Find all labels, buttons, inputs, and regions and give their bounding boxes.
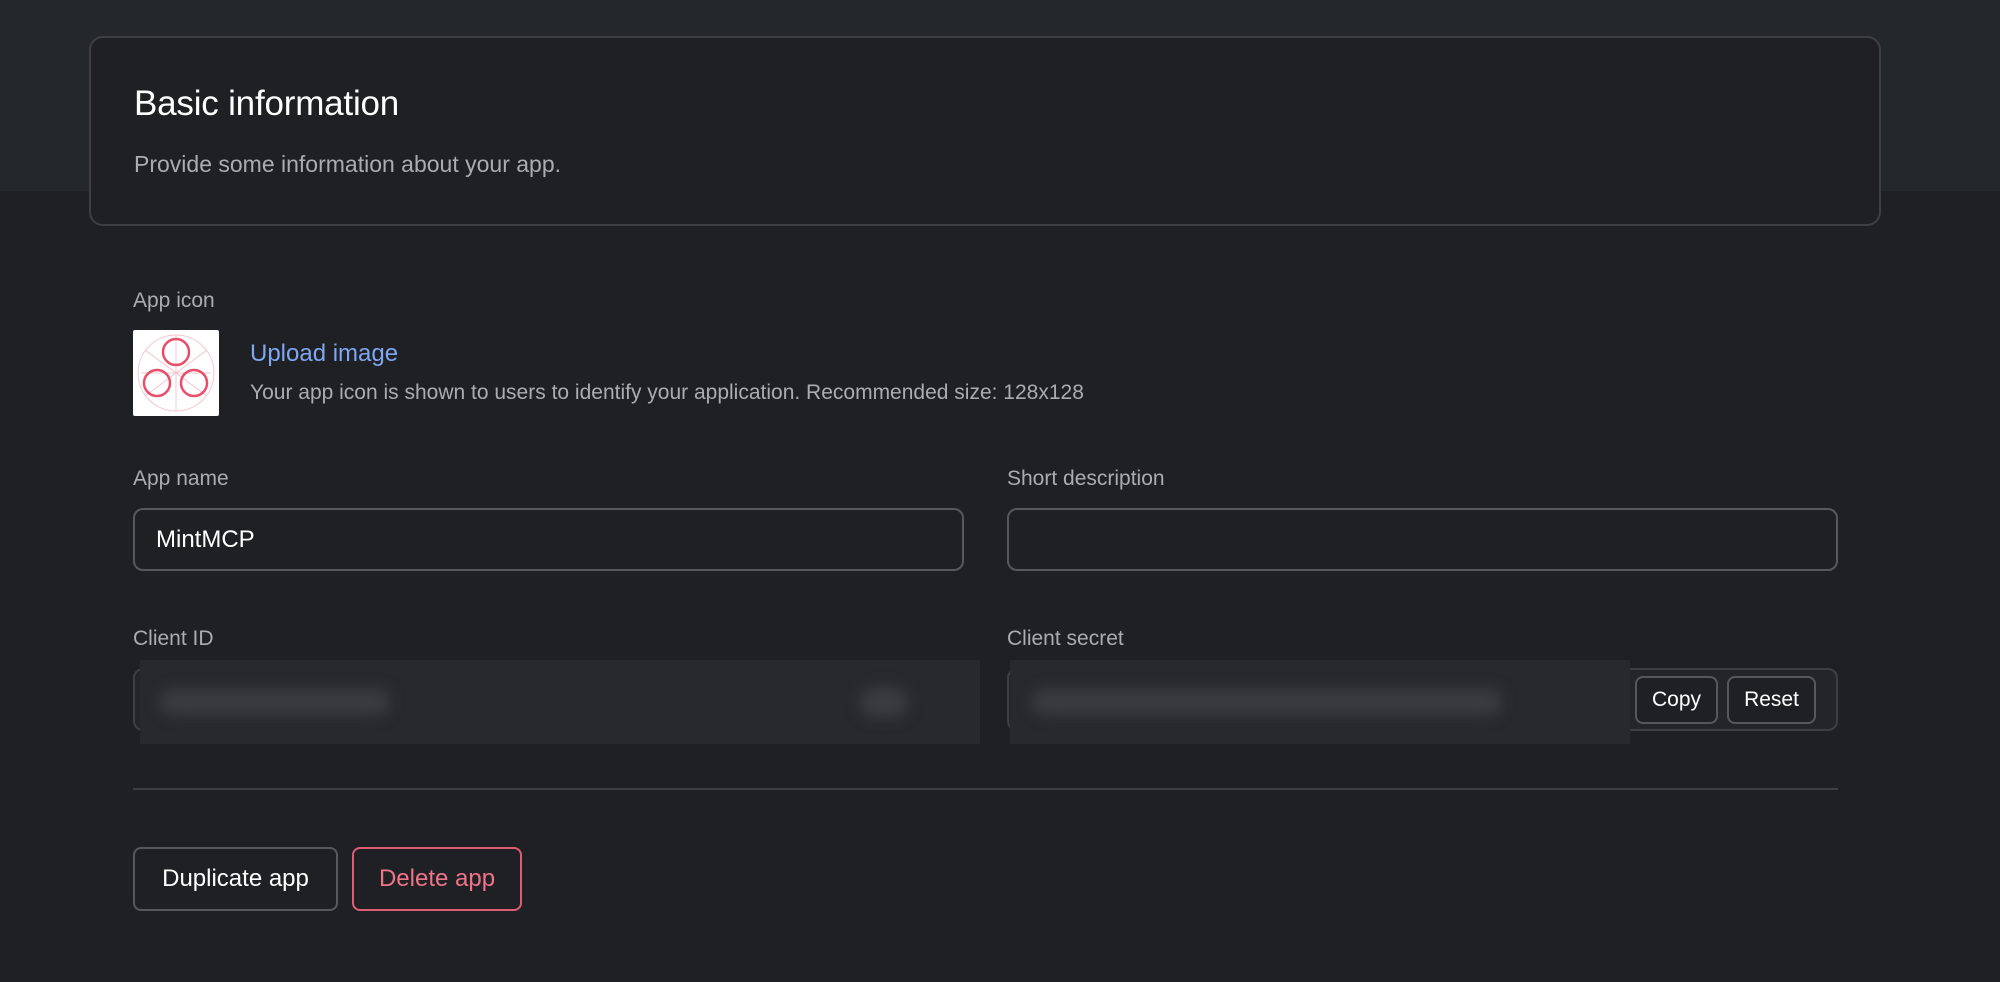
app-name-label: App name: [133, 467, 229, 490]
app-logo-icon: [137, 334, 215, 412]
client-secret-label: Client secret: [1007, 627, 1124, 650]
copy-secret-button[interactable]: Copy: [1635, 676, 1718, 724]
app-icon-hint: Your app icon is shown to users to ident…: [250, 381, 1084, 404]
app-name-input[interactable]: [133, 508, 964, 571]
section-divider: [133, 788, 1838, 790]
client-id-label: Client ID: [133, 627, 214, 650]
page-subtitle: Provide some information about your app.: [134, 151, 562, 177]
upload-image-link[interactable]: Upload image: [250, 340, 398, 368]
app-icon-label: App icon: [133, 289, 215, 312]
redacted-text: [160, 689, 390, 715]
duplicate-app-button[interactable]: Duplicate app: [133, 847, 338, 911]
reset-secret-button[interactable]: Reset: [1727, 676, 1816, 724]
client-secret-redaction: [1010, 660, 1630, 744]
client-id-redaction: [140, 660, 980, 744]
short-description-label: Short description: [1007, 467, 1165, 490]
delete-app-button[interactable]: Delete app: [352, 847, 522, 911]
redacted-text: [1032, 689, 1502, 715]
basic-info-header-card: Basic information Provide some informati…: [89, 36, 1881, 226]
app-icon-preview: [133, 330, 219, 416]
redacted-icon: [860, 687, 908, 717]
short-description-input[interactable]: [1007, 508, 1838, 571]
page-title: Basic information: [134, 84, 400, 123]
